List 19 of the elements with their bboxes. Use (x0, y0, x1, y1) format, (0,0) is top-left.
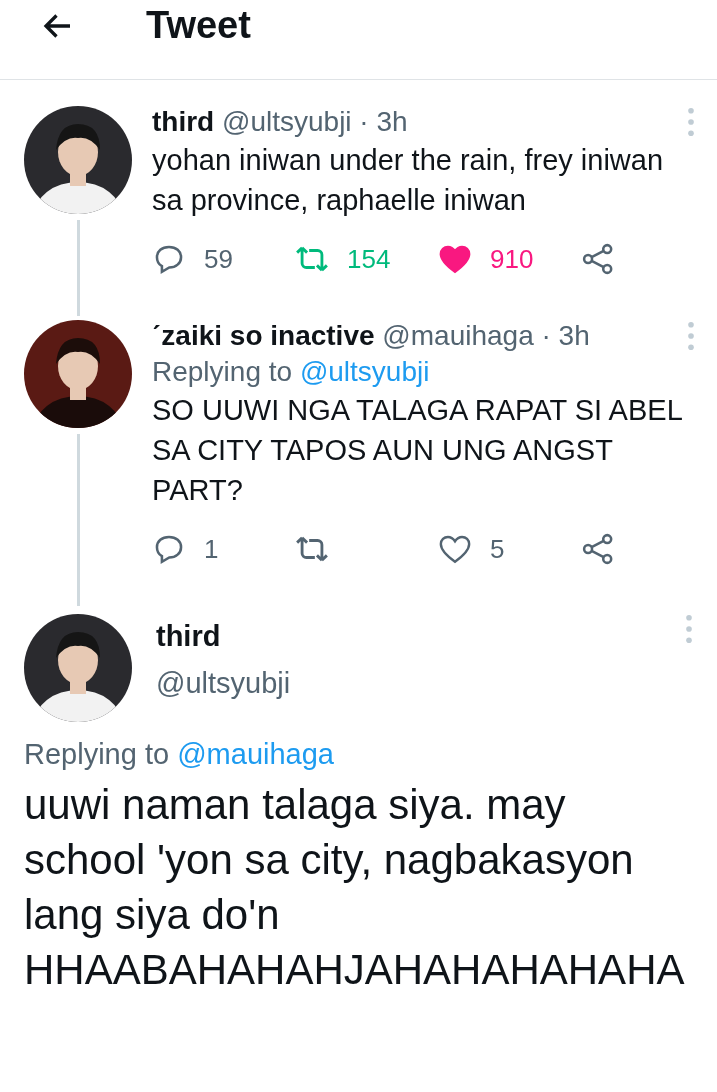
tweet-author-line: ˊzaiki so inactive @mauihaga · 3h (152, 320, 590, 352)
reply-count: 59 (204, 243, 233, 275)
mention-link[interactable]: @ultsyubji (299, 356, 430, 387)
author-handle: @ultsyubji (156, 667, 292, 700)
tweet-text: uuwi naman talaga siya. may school 'yon sa city, nagbakasyon lang siya do'n HHAABAHAHAHJAHAHAHAHAHA (24, 780, 686, 995)
replying-label: Replying to (24, 738, 170, 770)
retweet-count: 154 (347, 243, 391, 275)
mention-link[interactable]: @mauihaga (177, 738, 334, 770)
share-icon[interactable] (581, 242, 615, 276)
like-count: 5 (490, 533, 505, 565)
tweet-text: SO UUWI NGA TALAGA RAPAT SI ABEL SA CITY TAPOS AUN UNG ANGST PART? (152, 393, 683, 508)
reply-count: 1 (204, 533, 219, 565)
tweet-author-line: third @ultsyubji · 3h (152, 106, 408, 138)
tweet-text: yohan iniwan under the rain, frey iniwan sa province, raphaelle iniwan (152, 143, 665, 218)
replying-label: Replying to (152, 356, 293, 387)
share-icon[interactable] (581, 532, 615, 566)
author-name: third (156, 620, 222, 653)
page-title: Tweet (146, 4, 251, 47)
like-count: 910 (490, 243, 534, 275)
